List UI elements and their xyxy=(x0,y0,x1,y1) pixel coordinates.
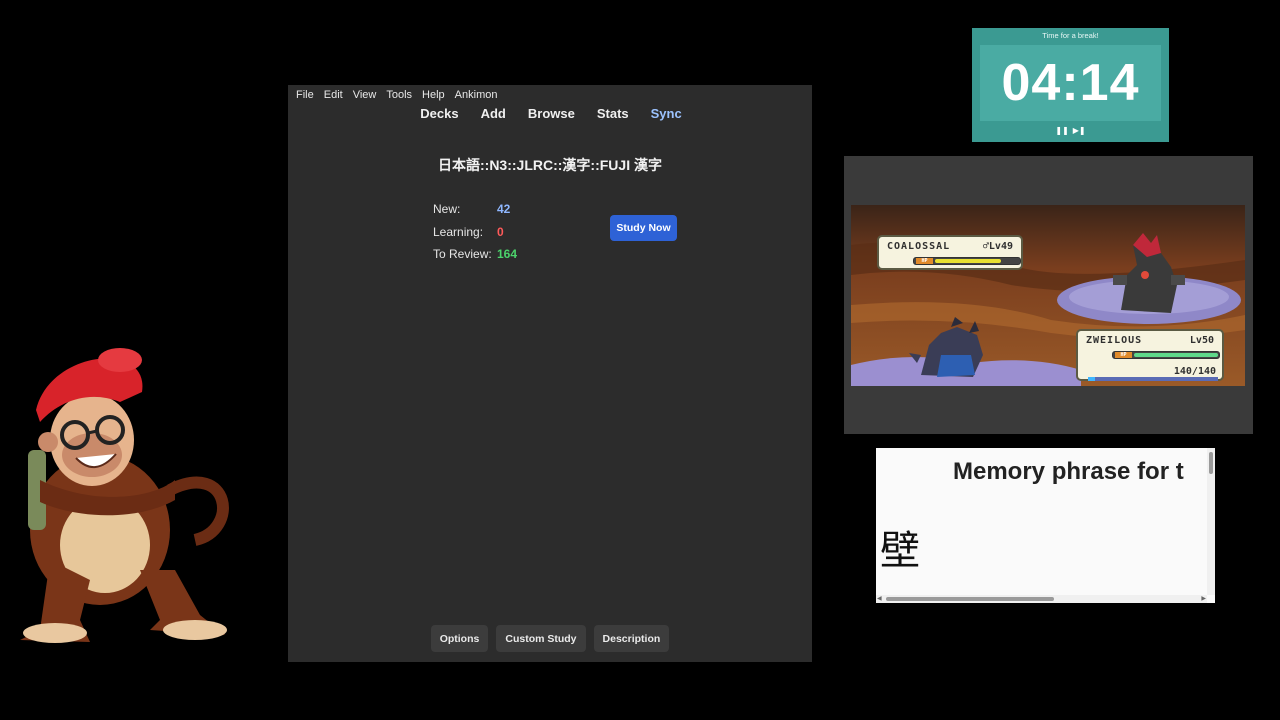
horizontal-scroll-thumb[interactable] xyxy=(886,597,1054,601)
toolbar-decks[interactable]: Decks xyxy=(420,106,458,126)
player-hp-bar: HP xyxy=(1112,351,1220,359)
enemy-hp-fill xyxy=(935,259,1001,263)
enemy-name: COALOSSAL xyxy=(887,241,951,252)
menu-view[interactable]: View xyxy=(353,89,377,101)
hp-tag-icon: HP xyxy=(1115,352,1132,358)
menu-tools[interactable]: Tools xyxy=(386,89,412,101)
card-kanji: 壁 xyxy=(880,528,920,574)
game-window: COALOSSAL ♂Lv49 HP ZWEILOUS Lv50 HP 140/… xyxy=(844,156,1253,434)
enemy-hp-bar: HP xyxy=(913,257,1021,265)
timer-controls: ❚❚ ▶❚ xyxy=(972,126,1169,135)
due-counts: New: 42 Learning: 0 To Review: 164 xyxy=(433,198,517,266)
enemy-level-value: Lv49 xyxy=(988,241,1013,252)
scroll-right-icon[interactable]: ▶ xyxy=(1201,595,1206,603)
study-now-button[interactable]: Study Now xyxy=(610,215,677,241)
player-exp-bar xyxy=(1088,377,1218,381)
player-hp-box: ZWEILOUS Lv50 HP 140/140 xyxy=(1076,329,1224,381)
count-row-review: To Review: 164 xyxy=(433,243,517,266)
review-count: 164 xyxy=(497,247,518,261)
toolbar-stats[interactable]: Stats xyxy=(597,106,629,126)
anki-window: File Edit View Tools Help Ankimon Decks … xyxy=(288,85,812,662)
battle-screen: COALOSSAL ♂Lv49 HP ZWEILOUS Lv50 HP 140/… xyxy=(851,205,1245,386)
learning-count: 0 xyxy=(497,224,504,239)
break-timer: Time for a break! 04:14 ❚❚ ▶❚ xyxy=(972,28,1169,142)
player-hp-current: 140 xyxy=(1173,366,1192,377)
menu-ankimon[interactable]: Ankimon xyxy=(455,89,498,101)
player-hp-fill xyxy=(1134,353,1218,357)
menu-file[interactable]: File xyxy=(296,89,314,101)
count-row-new: New: 42 xyxy=(433,198,517,221)
count-row-learning: Learning: 0 xyxy=(433,221,517,244)
enemy-level: ♂Lv49 xyxy=(983,241,1013,252)
skip-icon[interactable]: ▶❚ xyxy=(1073,126,1086,135)
enemy-hp-box: COALOSSAL ♂Lv49 HP xyxy=(877,235,1023,270)
player-exp-fill xyxy=(1088,377,1095,381)
player-name: ZWEILOUS xyxy=(1086,335,1143,346)
menu-bar: File Edit View Tools Help Ankimon xyxy=(288,85,812,104)
vertical-scroll-thumb[interactable] xyxy=(1209,452,1213,474)
deck-title: 日本語::N3::JLRC::漢字::FUJI 漢字 xyxy=(438,157,662,173)
new-count: 42 xyxy=(497,202,511,216)
hp-tag-icon: HP xyxy=(916,258,933,264)
scroll-left-icon[interactable]: ◀ xyxy=(877,595,882,603)
streamer-avatar xyxy=(20,348,229,643)
toolbar-sync[interactable]: Sync xyxy=(651,106,682,126)
toolbar-add[interactable]: Add xyxy=(481,106,506,126)
card-heading: Memory phrase for t xyxy=(953,458,1184,485)
description-button[interactable]: Description xyxy=(593,625,670,652)
horizontal-scrollbar[interactable]: ◀ ▶ xyxy=(876,595,1207,603)
deck-bottom-bar: Options Custom Study Description xyxy=(288,625,812,652)
new-label: New: xyxy=(433,202,461,216)
review-label: To Review: xyxy=(433,247,492,261)
player-hp-max: 140 xyxy=(1197,366,1216,377)
timer-time: 04:14 xyxy=(1001,54,1140,112)
toolbar-browse[interactable]: Browse xyxy=(528,106,575,126)
player-level: Lv50 xyxy=(1189,335,1214,346)
vertical-scrollbar[interactable] xyxy=(1207,448,1215,595)
custom-study-button[interactable]: Custom Study xyxy=(496,625,586,652)
timer-caption: Time for a break! xyxy=(1042,31,1099,40)
menu-edit[interactable]: Edit xyxy=(324,89,343,101)
learning-label: Learning: xyxy=(433,224,484,239)
main-toolbar: Decks Add Browse Stats Sync xyxy=(288,106,812,126)
memory-card: Memory phrase for t 壁 ◀ ▶ xyxy=(876,448,1215,603)
timer-display: 04:14 xyxy=(980,45,1161,121)
pause-icon[interactable]: ❚❚ xyxy=(1055,126,1068,135)
player-hp-numbers: 140/140 xyxy=(1173,366,1216,377)
menu-help[interactable]: Help xyxy=(422,89,445,101)
options-button[interactable]: Options xyxy=(430,625,489,652)
